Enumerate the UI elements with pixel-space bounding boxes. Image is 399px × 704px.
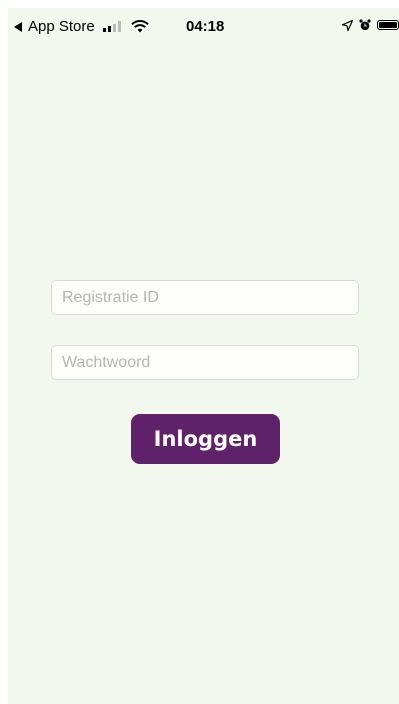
alarm-icon bbox=[359, 19, 371, 31]
back-to-app[interactable]: App Store bbox=[14, 18, 149, 35]
location-icon bbox=[342, 19, 353, 31]
status-icons bbox=[342, 19, 399, 31]
password-field[interactable] bbox=[51, 345, 359, 380]
registration-id-field[interactable] bbox=[51, 280, 359, 315]
status-time: 04:18 bbox=[186, 18, 225, 35]
signal-icon bbox=[102, 21, 121, 32]
login-button[interactable]: Inloggen bbox=[131, 414, 280, 464]
battery-icon bbox=[377, 20, 399, 30]
back-app-label: App Store bbox=[28, 18, 95, 35]
login-screen: App Store 04:18 Registratie ID Inloggen bbox=[0, 0, 399, 704]
status-bar: App Store 04:18 bbox=[8, 8, 399, 42]
back-arrow-icon bbox=[14, 21, 22, 32]
wifi-icon bbox=[131, 20, 149, 33]
